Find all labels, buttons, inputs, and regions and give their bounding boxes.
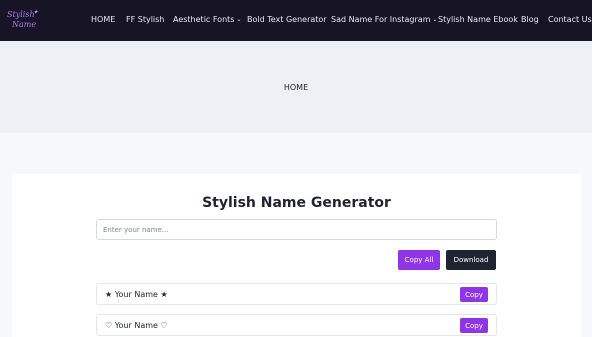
result-row: ★ Your Name ★ Copy: [96, 283, 497, 305]
nav-item-label: Bold Text Generator: [247, 15, 327, 24]
sparkle-icon: ✦: [33, 9, 39, 16]
chevron-down-icon: ⌄: [432, 16, 438, 23]
nav-item-home[interactable]: HOME: [91, 14, 115, 26]
result-row: ♡ Your Name ♡ Copy: [96, 314, 497, 336]
logo-line-1: Stylish: [7, 10, 35, 19]
result-text: ★ Your Name ★: [105, 290, 168, 299]
nav-item-sad-name-instagram[interactable]: Sad Name For Instagram ⌄: [331, 14, 438, 27]
copy-button[interactable]: Copy: [460, 318, 488, 333]
page-hero: HOME: [0, 41, 592, 133]
nav-item-stylish-name-ebook[interactable]: Stylish Name Ebook: [438, 14, 518, 26]
result-text: ♡ Your Name ♡: [105, 321, 168, 330]
nav-item-bold-text-generator[interactable]: Bold Text Generator: [247, 14, 327, 26]
copy-button[interactable]: Copy: [460, 287, 488, 302]
page-title: Stylish Name Generator: [202, 195, 391, 211]
nav-item-label: FF Stylish: [126, 15, 165, 24]
chevron-down-icon: ⌄: [236, 16, 242, 23]
logo-line-2: Name: [12, 20, 37, 29]
name-input[interactable]: [96, 219, 497, 240]
nav-item-label: HOME: [91, 15, 116, 24]
nav-item-contact-us[interactable]: Contact Us: [548, 14, 592, 26]
breadcrumb: HOME: [283, 83, 309, 92]
download-button[interactable]: Download: [446, 250, 496, 270]
top-navbar: Stylish Name ✦ HOME FF Stylish Aesthetic…: [0, 0, 592, 41]
nav-item-label: Blog: [521, 15, 539, 24]
nav-item-label: Sad Name For Instagram: [331, 15, 431, 24]
generator-card: Stylish Name Generator Copy All Download…: [12, 174, 581, 337]
nav-item-blog[interactable]: Blog: [521, 14, 539, 26]
copy-all-button[interactable]: Copy All: [398, 250, 440, 270]
nav-item-aesthetic-fonts[interactable]: Aesthetic Fonts ⌄: [173, 14, 241, 27]
nav-item-ff-stylish[interactable]: FF Stylish: [126, 14, 164, 26]
nav-item-label: Contact Us: [548, 15, 592, 24]
nav-item-label: Aesthetic Fonts: [173, 15, 235, 24]
nav-item-label: Stylish Name Ebook: [438, 15, 518, 24]
site-logo[interactable]: Stylish Name ✦: [6, 8, 39, 34]
